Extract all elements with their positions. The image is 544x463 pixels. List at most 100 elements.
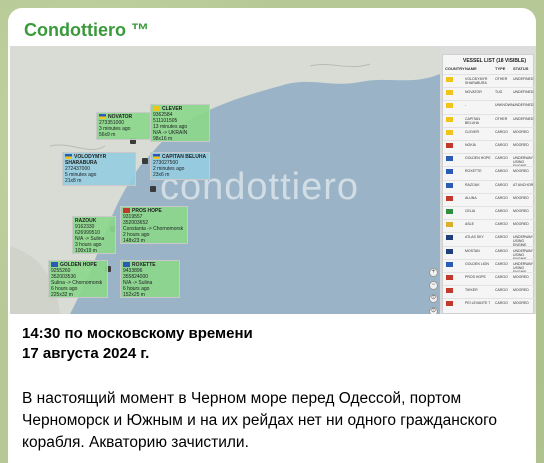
vessel-label-golden-hope[interactable]: GOLDEN HOPE 9255260 352003536 Sulina -> … (48, 260, 108, 298)
vessel-name: ALUNA (465, 195, 477, 200)
ukraine-flag-icon (99, 114, 106, 120)
vessel-label-clever[interactable]: CLEVER 9362584 511101505 13 minutes ago … (150, 104, 210, 142)
vessel-name: RAZOUK (465, 182, 480, 187)
flag-icon (123, 262, 130, 268)
ukraine-flag-icon (153, 154, 160, 160)
vessel-name: GOLDEN LION (465, 261, 489, 266)
flag-icon (123, 208, 130, 214)
flag-icon (153, 106, 160, 112)
vessel-status: UNDEFINED (513, 116, 534, 121)
flag-icon (446, 129, 453, 135)
vessel-status: AT ANCHOR (513, 182, 534, 187)
locate-button[interactable]: ⊙ (429, 294, 438, 303)
flag-icon (446, 248, 453, 254)
vessel-list-row[interactable]: VOLODYMYR SHARABURA OTHER UNDEFINED (443, 74, 535, 85)
map-screenshot[interactable]: condottiero NOVATOR 273351000 3 minutes … (10, 46, 536, 314)
vessel-name: ROXETTE (465, 169, 482, 174)
vessel-marker[interactable] (142, 158, 148, 164)
zoom-out-button[interactable]: − (429, 281, 438, 290)
vessel-name: NOKIA (465, 143, 476, 147)
vessel-list-row[interactable]: CELIA CARGO MOORED (443, 206, 535, 216)
flag-icon (446, 301, 453, 307)
vessel-name: VOLODYMYR SHARABURA (465, 77, 488, 85)
post-body: В настоящий момент в Черном море перед О… (22, 390, 498, 451)
vessel-status: MOORED (513, 288, 529, 293)
vessel-name: ATLAS SKY (465, 235, 484, 240)
flag-icon (446, 103, 453, 109)
vessel-list-row[interactable]: ASLE CARGO MOORED (443, 219, 535, 229)
vessel-status: MOORED (513, 209, 529, 213)
vessel-name: NOVATOR (465, 90, 482, 95)
vessel-label-novator[interactable]: NOVATOR 273351000 3 minutes ago 56x9 m (96, 112, 156, 140)
vessel-name: CELIA (465, 209, 476, 213)
vessel-name: PEI LEVANTE 7 (465, 301, 491, 306)
flag-icon (446, 209, 453, 214)
vessel-status: MOORED (513, 301, 529, 306)
vessel-list-panel: VESSEL LIST (18 VISIBLE) COUNTRY NAME TY… (442, 54, 535, 314)
vessel-list-row[interactable]: - UNKNOWN UNDEFINED (443, 100, 535, 110)
flag-icon (446, 143, 453, 148)
flag-icon (446, 169, 453, 175)
vessel-label-razouk[interactable]: RAZOUK 9162330 626999510 N/A -> Sulina 3… (72, 216, 116, 254)
post-time: 14:30 по московскому времени (22, 325, 253, 342)
vessel-name: TIKKER (465, 288, 478, 293)
vessel-list-row[interactable]: RAZOUK CARGO AT ANCHOR (443, 179, 535, 190)
vessel-status: UNDEFINED (513, 90, 534, 95)
vessel-list-row[interactable]: MOSTAN CARGO UNDERWAY USING ENGINE (443, 245, 535, 261)
header-name: NAME (465, 66, 477, 71)
vessel-list-row[interactable]: ALUNA CARGO MOORED (443, 192, 535, 203)
flag-icon (446, 116, 453, 122)
flag-icon (446, 275, 453, 280)
vessel-list-row[interactable]: TIKKER CARGO MOORED (443, 285, 535, 295)
vessel-name: PROS HOPE (465, 275, 486, 279)
vessel-list-row[interactable]: ATLAS SKY CARGO UNDERWAY USING ENGINE (443, 232, 535, 247)
vessel-map: condottiero NOVATOR 273351000 3 minutes … (10, 46, 440, 314)
vessel-list-row[interactable]: NOKIA CARGO MOORED (443, 140, 535, 150)
vessel-name: ASLE (465, 222, 474, 227)
flag-icon (446, 77, 453, 82)
vessel-marker[interactable] (150, 186, 156, 192)
vessel-list-row[interactable]: GOLDEN HOPE CARGO UNDERWAY USING ENGINE (443, 153, 535, 168)
flag-icon (51, 262, 58, 268)
flag-icon (446, 90, 453, 96)
vessel-list-row[interactable]: CAPITAN BELUHA OTHER UNDEFINED (443, 113, 535, 125)
post-header: 14:30 по московскому времени 17 августа … (22, 324, 253, 364)
flag-icon (446, 235, 453, 241)
zoom-in-button[interactable]: + (429, 268, 438, 277)
vessel-label-volodymyr-sharabura[interactable]: VOLODYMYR SHARABURA 272437000 5 minutes … (62, 152, 136, 186)
vessel-status: UNDEFINED (513, 77, 534, 81)
message-card: Condottiero ™ condottiero NOVATOR 273351… (8, 8, 536, 463)
vessel-list-row[interactable]: PROS HOPE CARGO MOORED (443, 272, 535, 282)
ukraine-flag-icon (65, 154, 72, 160)
flag-icon (446, 195, 453, 201)
vessel-label-roxette[interactable]: ROXETTE 9433896 355824000 N/A -> Sulina … (120, 260, 180, 298)
flag-icon (446, 182, 453, 188)
vessel-name: - (465, 103, 467, 108)
vessel-status: MOORED (513, 222, 529, 227)
flag-icon (446, 156, 453, 162)
vessel-list-row[interactable]: CLEVER CARGO MOORED (443, 126, 535, 137)
vessel-name: CLEVER (465, 129, 480, 134)
vessel-status: MOORED (513, 275, 529, 279)
flag-icon (446, 288, 453, 294)
vessel-label-capitan-beluha[interactable]: CAPITAN BELUHA 273027500 2 minutes ago 2… (150, 152, 210, 180)
layers-button[interactable]: ⊙ (429, 307, 438, 314)
vessel-status: MOORED (513, 143, 529, 147)
flag-icon (446, 261, 453, 267)
vessel-list-row[interactable]: PEI LEVANTE 7 CARGO MOORED (443, 298, 535, 308)
vessel-status: MOORED (513, 169, 529, 174)
header-status: STATUS (513, 66, 529, 71)
vessel-list-row[interactable]: ROXETTE CARGO MOORED (443, 166, 535, 176)
vessel-status: UNDEFINED (513, 103, 534, 108)
vessel-name: GOLDEN HOPE (465, 156, 491, 161)
header-type: TYPE (495, 66, 506, 71)
vessel-status: MOORED (513, 195, 529, 200)
vessel-label-pros-hope[interactable]: PROS HOPE 9319557 352003652 Constanta ->… (120, 206, 188, 244)
vessel-list-row[interactable]: GOLDEN LION CARGO UNDERWAY USING ENGINE (443, 258, 535, 274)
channel-name[interactable]: Condottiero ™ (24, 20, 149, 41)
vessel-list-row[interactable]: NOVATOR TUG UNDEFINED (443, 87, 535, 97)
vessel-status: MOORED (513, 129, 529, 134)
flag-icon (446, 222, 453, 228)
vessel-name: CAPITAN BELUHA (465, 116, 480, 125)
header-country: COUNTRY (445, 66, 465, 71)
